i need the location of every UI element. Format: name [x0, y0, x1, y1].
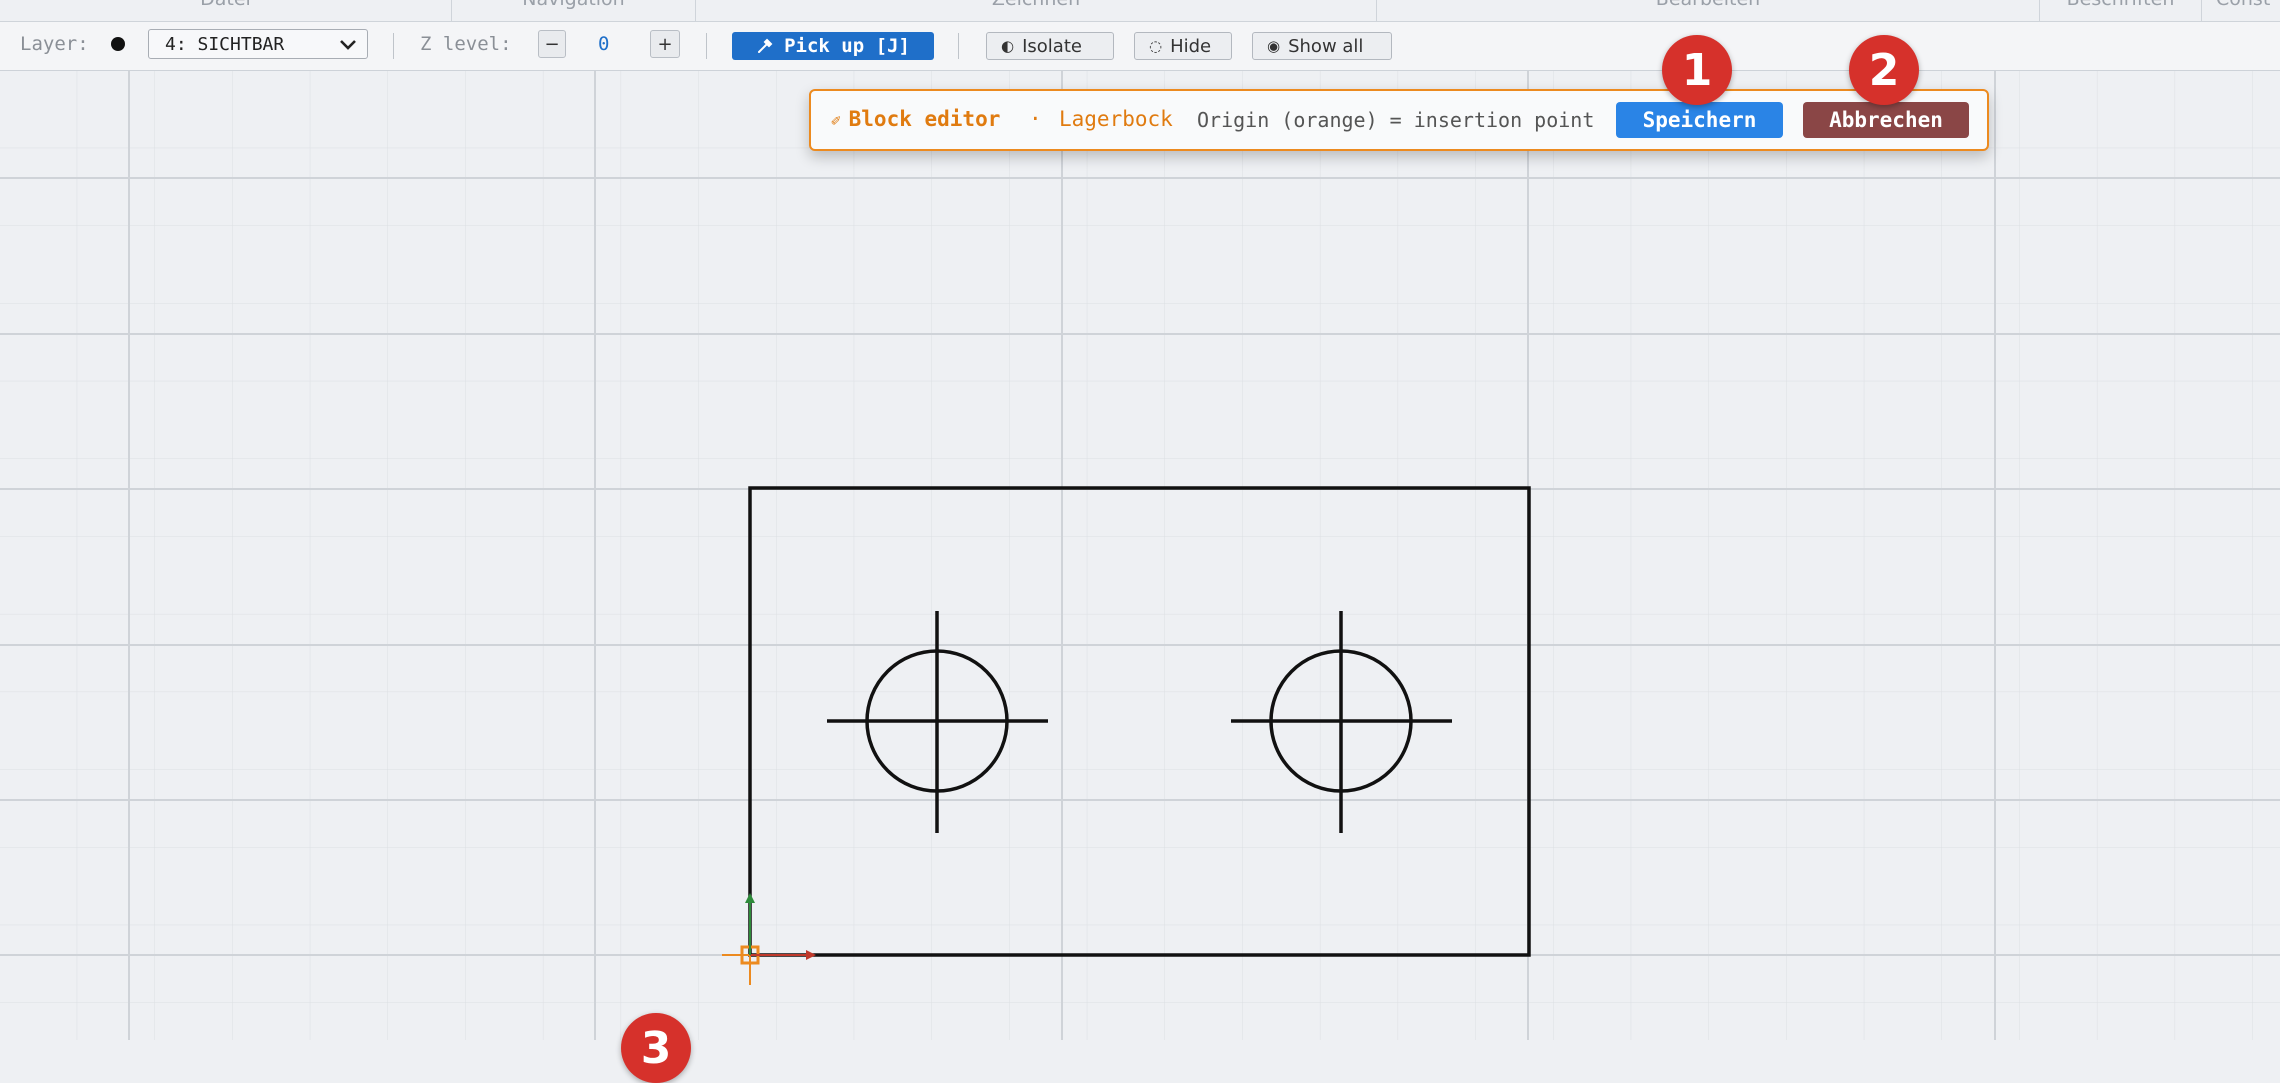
step-badge-3: 3: [621, 1013, 691, 1083]
ribbon-group-label: Const: [2216, 0, 2280, 10]
pick-up-label: Pick up [J]: [784, 35, 910, 57]
filled-circle-icon: ◉: [1267, 37, 1281, 55]
pencil-icon: ✐: [831, 111, 841, 130]
title-separator: ·: [1029, 107, 1042, 131]
ribbon-group-label: Bearbeiten: [1377, 0, 2039, 10]
ribbon-group-beschriften[interactable]: Beschriften: [2040, 0, 2202, 21]
block-editor-title-text: Block editor: [848, 107, 1001, 131]
layer-select[interactable]: 4: SICHTBAR: [148, 29, 368, 59]
drawing-canvas[interactable]: [0, 71, 2280, 1040]
block-editor-banner: ✐ Block editor · Lagerbock Origin (orange…: [809, 89, 1989, 151]
save-button[interactable]: Speichern: [1616, 102, 1783, 138]
ribbon-group-const[interactable]: Const: [2202, 0, 2280, 21]
chevron-down-icon: [337, 33, 359, 60]
ribbon-group-zeichnen[interactable]: Zeichnen: [696, 0, 1377, 21]
ribbon-group-label: Beschriften: [2040, 0, 2201, 10]
ribbon-group-label: Navigation: [452, 0, 695, 10]
dotted-circle-icon: ◌: [1149, 37, 1163, 55]
layer-select-value: 4: SICHTBAR: [165, 33, 285, 55]
half-circle-icon: ◐: [1001, 37, 1015, 55]
ribbon-group-label: Zeichnen: [696, 0, 1376, 10]
block-name: Lagerbock: [1059, 107, 1173, 131]
isolate-button[interactable]: ◐ Isolate: [986, 32, 1114, 60]
show-all-button[interactable]: ◉ Show all: [1252, 32, 1392, 60]
z-level-decrease-button[interactable]: −: [538, 30, 566, 58]
step-badge-1: 1: [1662, 35, 1732, 105]
cancel-button[interactable]: Abbrechen: [1803, 102, 1969, 138]
step-badge-2: 2: [1849, 35, 1919, 105]
ribbon-header: Datei Navigation Zeichnen Bearbeiten Bes…: [0, 0, 2280, 22]
eyedropper-icon: [756, 37, 774, 55]
ribbon-group-navigation[interactable]: Navigation: [452, 0, 696, 21]
z-level-increase-button[interactable]: +: [650, 30, 680, 58]
layer-color-swatch: [111, 37, 125, 51]
minor-grid: [0, 71, 2280, 1040]
drawing-canvas-svg[interactable]: [0, 71, 2280, 1040]
toolbar-divider: [958, 33, 959, 59]
ribbon-group-label: Datei: [0, 0, 451, 10]
layer-label: Layer:: [20, 33, 89, 55]
isolate-label: Isolate: [1022, 35, 1082, 57]
hide-button[interactable]: ◌ Hide: [1134, 32, 1232, 60]
z-level-value[interactable]: 0: [598, 33, 609, 55]
show-all-label: Show all: [1288, 35, 1364, 57]
ribbon-group-bearbeiten[interactable]: Bearbeiten: [1377, 0, 2040, 21]
toolbar-divider: [706, 33, 707, 59]
pick-up-button[interactable]: Pick up [J]: [732, 32, 934, 60]
hide-label: Hide: [1170, 35, 1212, 57]
ribbon-group-datei[interactable]: Datei: [0, 0, 452, 21]
layer-toolbar: Layer: 4: SICHTBAR Z level: − 0 + Pick u…: [0, 22, 2280, 71]
origin-hint: Origin (orange) = insertion point: [1197, 108, 1595, 132]
block-editor-title: ✐ Block editor: [831, 107, 1000, 131]
toolbar-divider: [393, 33, 394, 59]
z-level-label: Z level:: [420, 33, 512, 55]
